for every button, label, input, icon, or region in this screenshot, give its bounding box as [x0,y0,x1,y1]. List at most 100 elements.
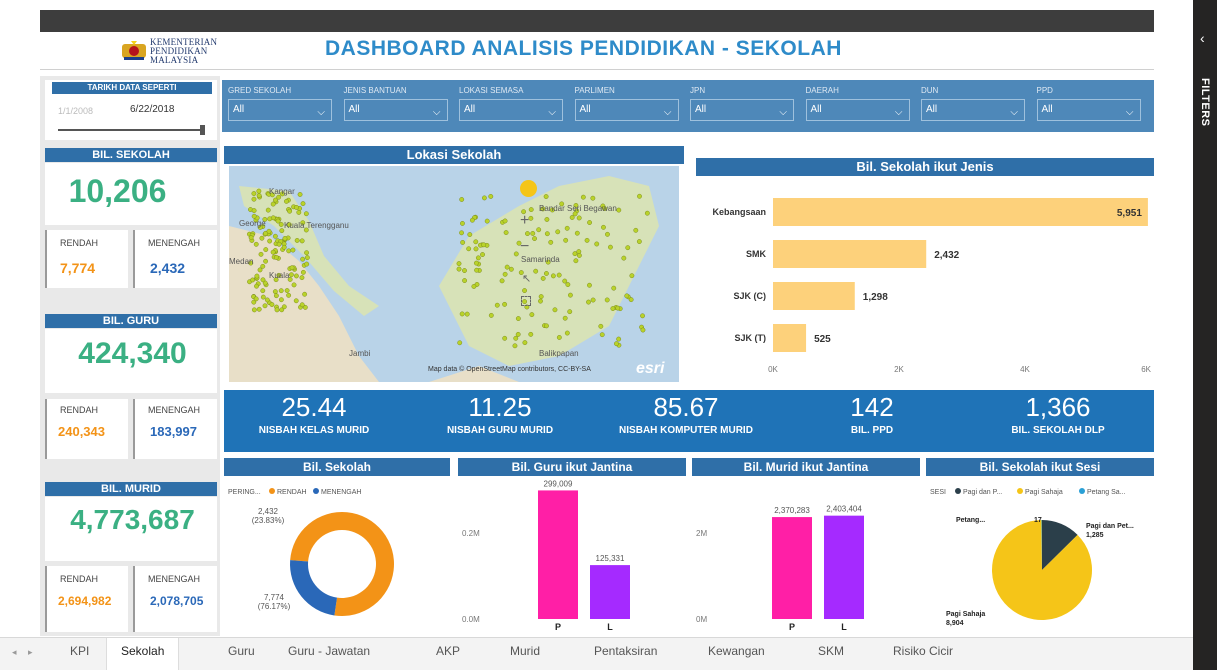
school-marker[interactable] [284,288,290,293]
school-marker[interactable] [598,323,604,329]
rect-select-icon[interactable] [521,296,531,306]
school-marker[interactable] [273,293,279,299]
school-marker[interactable] [569,215,575,220]
school-marker[interactable] [299,302,305,308]
tab-kewangan[interactable]: Kewangan [708,644,765,658]
school-marker[interactable] [562,315,568,321]
zoom-in-icon[interactable]: + [520,212,529,230]
school-marker[interactable] [540,276,546,281]
school-marker[interactable] [616,207,622,213]
school-marker[interactable] [273,197,278,203]
school-marker[interactable] [525,231,530,236]
school-marker[interactable] [250,277,256,283]
school-marker[interactable] [614,341,619,347]
school-marker[interactable] [576,253,582,258]
school-marker[interactable] [640,327,646,333]
school-marker[interactable] [522,340,528,346]
date-slider-track[interactable] [58,129,204,131]
filter-lokasi-semasa[interactable]: LOKASI SEMASA All ⌵ [459,86,567,126]
school-marker[interactable] [580,194,586,200]
jantina-bar[interactable] [538,490,578,619]
jenis-bar[interactable] [773,198,1148,226]
school-marker[interactable] [604,297,610,303]
school-marker[interactable] [543,194,549,199]
tab-kpi[interactable]: KPI [70,644,89,658]
school-marker[interactable] [274,307,280,313]
school-marker[interactable] [528,207,534,212]
donut-legend-label[interactable]: RENDAH [277,489,307,496]
school-marker[interactable] [270,201,276,207]
school-marker[interactable] [293,298,299,304]
school-marker[interactable] [473,239,479,245]
tab-risiko-cicir[interactable]: Risiko Cicir [893,644,953,658]
school-marker[interactable] [601,224,606,230]
school-marker[interactable] [251,196,257,202]
sesi-legend-label[interactable]: Pagi Sahaja [1025,489,1063,496]
school-marker[interactable] [467,232,473,237]
school-marker[interactable] [567,309,573,315]
school-marker[interactable] [563,237,569,243]
filter-dun[interactable]: DUN All ⌵ [921,86,1029,126]
school-marker[interactable] [562,278,568,284]
tab-skm[interactable]: SKM [818,644,844,658]
school-marker[interactable] [502,335,508,341]
school-marker[interactable] [294,238,300,243]
school-marker[interactable] [251,213,257,219]
school-marker[interactable] [278,297,284,303]
school-marker[interactable] [544,271,549,276]
jantina-bar[interactable] [772,517,812,619]
school-marker[interactable] [289,272,294,278]
school-marker[interactable] [259,235,265,241]
school-marker[interactable] [515,331,521,337]
school-marker[interactable] [267,238,273,244]
school-marker[interactable] [550,273,556,279]
school-marker[interactable] [304,255,310,260]
tab-guru[interactable]: Guru [228,644,255,658]
school-marker[interactable] [494,302,500,308]
school-marker[interactable] [466,246,472,252]
school-marker[interactable] [303,211,309,217]
school-marker[interactable] [264,297,270,303]
school-marker[interactable] [456,261,462,266]
school-marker[interactable] [471,284,477,289]
tab-murid[interactable]: Murid [510,644,540,658]
school-marker[interactable] [587,282,592,288]
pointer-select-icon[interactable]: ↖ [522,272,531,285]
filter-ppd[interactable]: PPD All ⌵ [1036,86,1145,126]
school-marker[interactable] [251,208,257,213]
school-marker[interactable] [299,275,305,281]
school-marker[interactable] [502,301,508,307]
school-marker[interactable] [608,244,613,250]
school-marker[interactable] [300,269,306,275]
date-start-value[interactable]: 1/1/2008 [58,106,93,116]
school-marker[interactable] [576,215,582,221]
filter-select[interactable]: All ⌵ [690,99,794,121]
tab-scroll-right-icon[interactable]: ▸ [28,647,33,658]
school-marker[interactable] [508,266,514,272]
school-marker[interactable] [270,249,276,255]
school-marker[interactable] [522,288,527,293]
school-marker[interactable] [302,291,308,297]
school-marker[interactable] [568,292,573,298]
filter-select[interactable]: All ⌵ [343,99,448,121]
guru-jantina-bar-chart[interactable]: 0.0M 0.2M 299,009 P 125,331 L [458,476,686,636]
school-marker[interactable] [584,237,590,243]
school-marker[interactable] [529,312,535,318]
tab-scroll-left-icon[interactable]: ◂ [12,647,17,658]
school-marker[interactable] [615,305,621,311]
school-marker[interactable] [287,208,293,214]
school-marker[interactable] [459,230,464,236]
school-marker[interactable] [462,268,467,273]
school-marker[interactable] [475,255,481,261]
school-marker[interactable] [272,233,278,239]
donut-slice[interactable] [290,560,338,616]
school-marker[interactable] [513,251,519,257]
school-marker[interactable] [594,241,600,247]
school-marker[interactable] [267,216,273,222]
school-marker[interactable] [254,283,259,289]
school-marker[interactable] [637,193,642,199]
school-marker[interactable] [260,263,266,269]
school-marker[interactable] [587,220,592,225]
school-marker[interactable] [260,294,266,300]
school-marker[interactable] [499,278,505,284]
